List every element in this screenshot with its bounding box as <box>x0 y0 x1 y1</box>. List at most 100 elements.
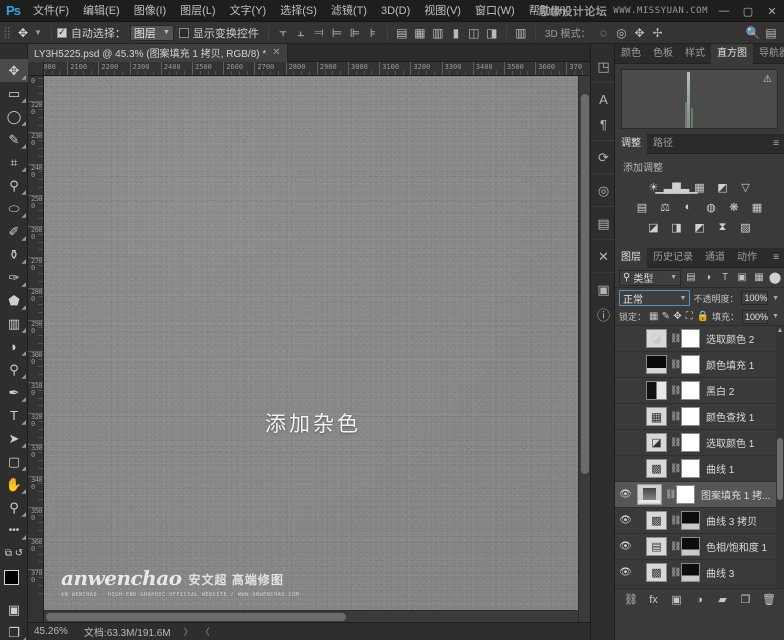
distribute-bottom-edges-icon[interactable]: ▥ <box>429 24 447 42</box>
layer-visibility-icon[interactable]: 👁 <box>617 560 634 586</box>
invert-icon[interactable]: ◪ <box>644 219 663 235</box>
screen-mode-icon[interactable]: ❐ ◢ <box>0 621 28 640</box>
layer-mask-thumbnail[interactable] <box>681 381 700 400</box>
3d-roll-icon[interactable]: ◎ <box>612 24 630 42</box>
lock-artboard-icon[interactable]: ⛶ <box>685 310 694 324</box>
lock-all-icon[interactable]: 🔒 <box>697 310 709 324</box>
move-tool-icon[interactable]: ✥ <box>12 24 34 42</box>
tool-edit-toolbar[interactable]: ••• ◢ <box>0 519 28 542</box>
tool-rectangular-marquee[interactable]: ▭ ◢ <box>0 82 28 105</box>
selective-color-icon[interactable]: ⧗ <box>713 219 732 235</box>
menu-type[interactable]: 文字(Y) <box>223 0 274 22</box>
maximize-button[interactable]: ▢ <box>736 0 760 22</box>
layer-thumbnail[interactable]: ▤ <box>646 537 667 556</box>
threshold-icon[interactable]: ◩ <box>690 219 709 235</box>
align-right-edges-icon[interactable]: ⊧ <box>364 24 382 42</box>
close-icon[interactable]: ✕ <box>272 47 280 58</box>
blend-mode-dropdown[interactable]: 正常 ▼ <box>619 290 691 306</box>
mini-bridge-icon[interactable]: ◳ <box>591 54 616 79</box>
new-adjustment-layer-button[interactable]: ◑ <box>693 594 706 606</box>
table-row[interactable]: ▩ ⛓ 曲线 1 <box>615 456 784 482</box>
layer-mask-thumbnail[interactable] <box>681 329 700 348</box>
layer-visibility-icon[interactable] <box>617 404 634 430</box>
tab-histogram[interactable]: 直方图 <box>711 43 753 64</box>
menu-image[interactable]: 图像(I) <box>127 0 173 22</box>
layer-mask-thumbnail[interactable] <box>681 511 700 530</box>
layer-name[interactable]: 颜色填充 1 <box>703 357 754 372</box>
layer-visibility-icon[interactable]: 👁 <box>617 508 634 534</box>
tool-quick-selection[interactable]: ✎ ◢ <box>0 128 28 151</box>
table-row[interactable]: 👁 ▤ ⛓ 色相/饱和度 1 <box>615 534 784 560</box>
layer-mask-thumbnail[interactable] <box>681 355 700 374</box>
tool-clone-stamp[interactable]: ⚱ ◢ <box>0 243 28 266</box>
delete-layer-button[interactable]: 🗑 <box>762 593 776 606</box>
auto-select-target-dropdown[interactable]: 图层 ▼ <box>129 24 174 41</box>
black-white-icon[interactable]: ◐ <box>679 199 698 215</box>
link-mask-icon[interactable]: ⛓ <box>670 411 681 422</box>
filter-smart-object-icon[interactable]: ▦ <box>752 270 766 285</box>
layer-visibility-icon[interactable] <box>617 430 634 456</box>
layer-visibility-icon[interactable]: 👁 <box>617 482 634 508</box>
menu-view[interactable]: 视图(V) <box>417 0 468 22</box>
cached-data-warning-icon[interactable]: ⚠ <box>763 74 772 85</box>
layer-mask-thumbnail[interactable] <box>681 407 700 426</box>
tab-adjustments[interactable]: 调整 <box>615 133 647 154</box>
character-panel-icon[interactable]: A <box>591 87 616 112</box>
layer-name[interactable]: 选取颜色 1 <box>703 435 754 450</box>
menu-layer[interactable]: 图层(L) <box>173 0 222 22</box>
photo-filter-icon[interactable]: ◍ <box>702 199 721 215</box>
menu-file[interactable]: 文件(F) <box>26 0 76 22</box>
tool-gradient[interactable]: ▥ ◢ <box>0 312 28 335</box>
status-expand-chevron-icon[interactable]: 〈 <box>198 625 213 638</box>
table-row[interactable]: ⛓ 黑白 2 <box>615 378 784 404</box>
opacity-input[interactable]: 100% <box>741 291 769 305</box>
filter-adjustment-icon[interactable]: ◑ <box>701 270 715 285</box>
layer-list[interactable]: ◪ ⛓ 选取颜色 2 ⛓ 颜色填充 1 ⛓ 黑白 2 ▦ ⛓ 颜色查找 1 ◪ … <box>615 326 784 588</box>
layer-thumbnail[interactable]: ▦ <box>646 407 667 426</box>
menu-3d[interactable]: 3D(D) <box>374 0 417 22</box>
align-vertical-centers-icon[interactable]: ⫠ <box>292 24 310 42</box>
auto-select-checkbox[interactable] <box>56 27 67 38</box>
layer-name[interactable]: 颜色查找 1 <box>703 409 754 424</box>
document-tab[interactable]: LY3H5225.psd @ 45.3% (图案填充 1 拷贝, RGB/8) … <box>28 43 288 62</box>
link-mask-icon[interactable]: ⛓ <box>670 463 681 474</box>
canvas-horizontal-scrollbar[interactable] <box>44 610 578 622</box>
table-row[interactable]: ⛓ 颜色填充 1 <box>615 352 784 378</box>
layer-thumbnail[interactable]: ▩ <box>646 563 667 582</box>
layer-name[interactable]: 黑白 2 <box>703 383 734 398</box>
menu-select[interactable]: 选择(S) <box>273 0 324 22</box>
tool-presets-icon[interactable]: ✕ <box>591 244 616 269</box>
tool-path-selection[interactable]: ➤ ◢ <box>0 427 28 450</box>
fill-chevron-down-icon[interactable]: ▼ <box>771 313 780 320</box>
tool-eyedropper[interactable]: ⚲ ◢ <box>0 174 28 197</box>
gradient-map-icon[interactable]: ▨ <box>736 219 755 235</box>
table-row[interactable]: ◪ ⛓ 选取颜色 1 <box>615 430 784 456</box>
tab-swatches[interactable]: 色板 <box>647 44 679 64</box>
vertical-ruler[interactable]: 2100220023002400250026002700280029003000… <box>28 76 44 622</box>
tool-eraser[interactable]: ⬟ ◢ <box>0 289 28 312</box>
link-mask-icon[interactable]: ⛓ <box>670 333 681 344</box>
color-swatches[interactable] <box>0 568 28 598</box>
table-row[interactable]: 👁 ▩ ⛓ 曲线 3 <box>615 560 784 586</box>
layer-mask-thumbnail[interactable] <box>681 459 700 478</box>
link-mask-icon[interactable]: ⛓ <box>670 359 681 370</box>
menu-edit[interactable]: 编辑(E) <box>76 0 127 22</box>
align-bottom-edges-icon[interactable]: ⫤ <box>310 24 328 42</box>
layer-mask-thumbnail[interactable] <box>681 537 700 556</box>
exposure-icon[interactable]: ◩ <box>713 179 732 195</box>
tool-blur[interactable]: ◗ ◢ <box>0 335 28 358</box>
layer-visibility-icon[interactable]: 👁 <box>617 586 634 589</box>
quick-mask-icon[interactable]: ▣ <box>0 598 28 621</box>
link-mask-icon[interactable]: ⛓ <box>670 567 681 578</box>
3d-pan-icon[interactable]: ✥ <box>630 24 648 42</box>
zoom-level-field[interactable]: 45.26% <box>28 626 74 637</box>
scroll-up-icon[interactable]: ▲ <box>776 326 784 336</box>
tool-horizontal-type[interactable]: T ◢ <box>0 404 28 427</box>
minimize-button[interactable]: — <box>712 0 736 22</box>
table-row[interactable]: 👁 Modification <box>615 586 784 588</box>
link-mask-icon[interactable]: ⛓ <box>670 437 681 448</box>
close-button[interactable]: ✕ <box>760 0 784 22</box>
table-row[interactable]: 👁 ▩ ⛓ 曲线 3 拷贝 <box>615 508 784 534</box>
menu-filter[interactable]: 滤镜(T) <box>324 0 374 22</box>
horizontal-ruler[interactable]: 2000 2100 2200 2300 2400 2500 2600 2700 2800 2900… <box>44 62 590 76</box>
